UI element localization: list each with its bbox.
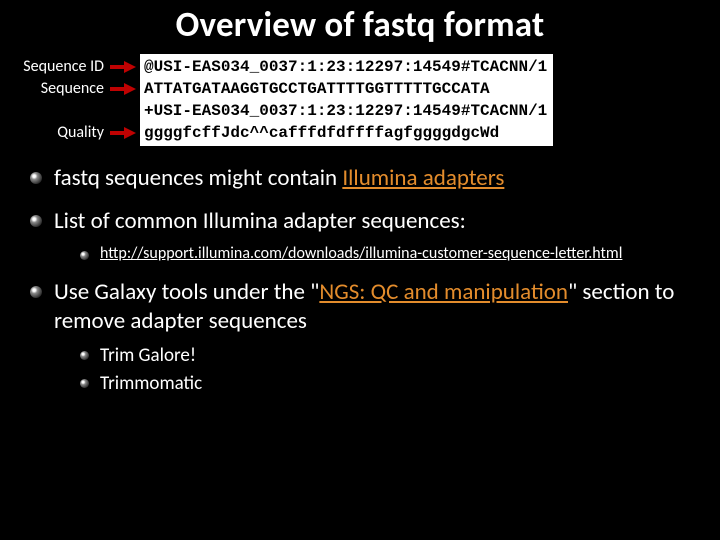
- fastq-line3: +USI-EAS034_0037:1:23:12297:14549#TCACNN…: [144, 102, 547, 120]
- tool-trimmomatic: Trimmomatic: [76, 372, 704, 397]
- bullet-list-common: List of common Illumina adapter sequence…: [26, 207, 704, 265]
- arrow-icon: [110, 83, 136, 95]
- label-spacer: [16, 100, 136, 122]
- fastq-line2: ATTATGATAAGGTGCCTGATTTTGGTTTTTGCCATA: [144, 80, 490, 98]
- sublist-tools: Trim Galore! Trimmomatic: [54, 344, 704, 397]
- fastq-code: @USI-EAS034_0037:1:23:12297:14549#TCACNN…: [140, 54, 553, 146]
- label-sequence-text: Sequence: [41, 80, 104, 98]
- label-sequence: Sequence: [16, 78, 136, 100]
- fastq-line1: @USI-EAS034_0037:1:23:12297:14549#TCACNN…: [144, 58, 547, 76]
- sublist-link: http://support.illumina.com/downloads/il…: [54, 244, 704, 265]
- bullet-adapters-highlight: Illumina adapters: [342, 164, 504, 192]
- bullet-galaxy-highlight: NGS: QC and manipulation: [319, 278, 568, 306]
- bullet-galaxy-pre: Use Galaxy tools under the ": [54, 278, 319, 306]
- tool-trim-galore: Trim Galore!: [76, 344, 704, 369]
- bullet-adapters: fastq sequences might contain Illumina a…: [26, 164, 704, 193]
- label-quality-text: Quality: [57, 124, 104, 142]
- bullet-list: fastq sequences might contain Illumina a…: [16, 164, 704, 397]
- fastq-line4: ggggfcffJdc^^cafffdfdffffagfggggdgcWd: [144, 124, 499, 142]
- bullet-galaxy: Use Galaxy tools under the "NGS: QC and …: [26, 278, 704, 397]
- label-quality: Quality: [16, 122, 136, 144]
- arrow-icon: [110, 127, 136, 139]
- fastq-labels: Sequence ID Sequence Quality: [16, 54, 136, 144]
- arrow-icon: [110, 61, 136, 73]
- slide: Overview of fastq format Sequence ID Seq…: [0, 0, 720, 540]
- sublist-link-item: http://support.illumina.com/downloads/il…: [76, 244, 704, 265]
- fastq-block: Sequence ID Sequence Quality @USI-EAS034…: [16, 54, 704, 146]
- label-sequence-id: Sequence ID: [16, 56, 136, 78]
- bullet-list-common-text: List of common Illumina adapter sequence…: [54, 207, 466, 235]
- illumina-link[interactable]: http://support.illumina.com/downloads/il…: [100, 244, 622, 263]
- bullet-adapters-pre: fastq sequences might contain: [54, 164, 342, 192]
- label-sequence-id-text: Sequence ID: [23, 58, 104, 76]
- slide-title: Overview of fastq format: [16, 4, 704, 46]
